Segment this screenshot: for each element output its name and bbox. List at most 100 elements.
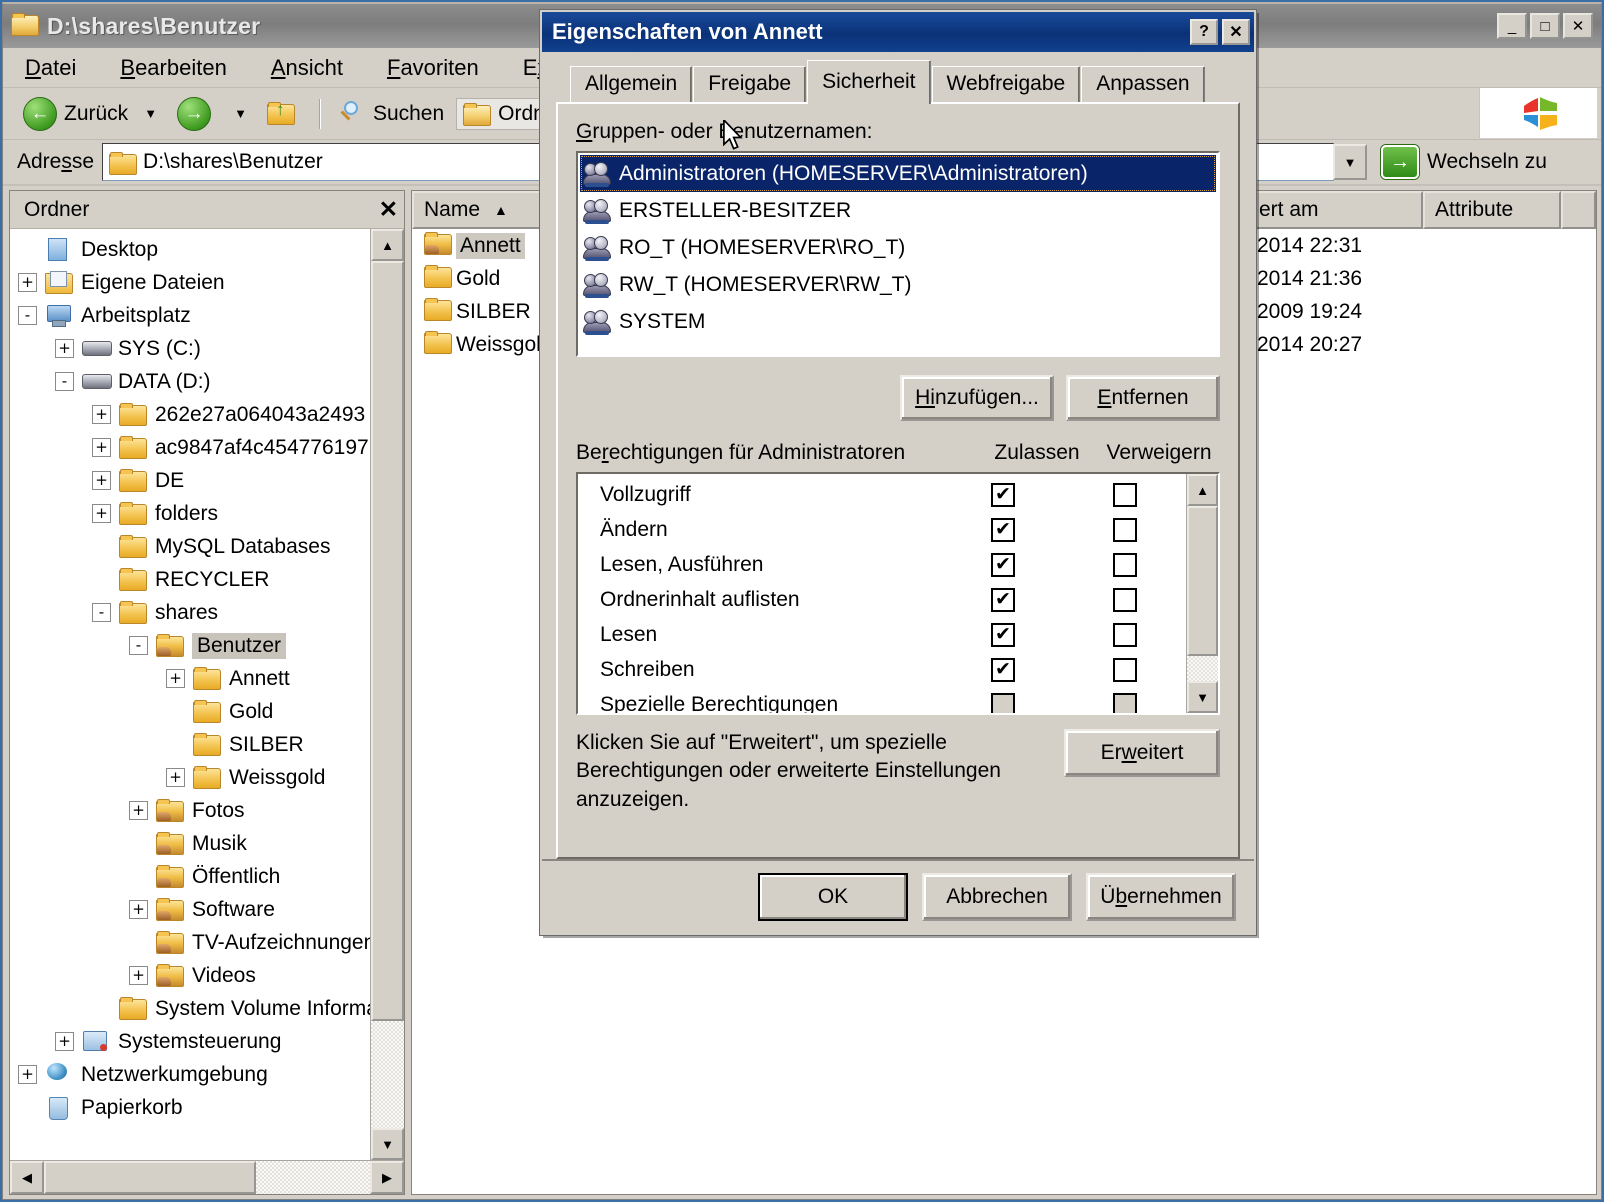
permission-allow-cell[interactable]: ✔	[942, 518, 1064, 542]
tree-item-mysql-databases[interactable]: MySQL Databases	[10, 530, 370, 563]
tab-freigabe[interactable]: Freigabe	[693, 66, 806, 102]
list-item[interactable]: SYSTEM	[580, 303, 1216, 340]
checkbox[interactable]: ✔	[991, 518, 1015, 542]
tree-item-gold[interactable]: Gold	[10, 695, 370, 728]
help-button[interactable]: ?	[1190, 19, 1218, 45]
folders-pane-close-icon[interactable]: ✕	[379, 196, 398, 223]
list-item[interactable]: Administratoren (HOMESERVER\Administrato…	[580, 155, 1216, 192]
tree-toggle-icon[interactable]: +	[92, 438, 111, 457]
tree-item-sys-c-[interactable]: +SYS (C:)	[10, 332, 370, 365]
checkbox[interactable]: ✔	[991, 483, 1015, 507]
permissions-scroll-down-button[interactable]: ▼	[1187, 681, 1218, 713]
checkbox[interactable]	[1113, 658, 1137, 682]
search-button[interactable]: Suchen	[333, 99, 450, 129]
checkbox[interactable]	[1113, 483, 1137, 507]
tree-scroll-left-button[interactable]: ◀	[10, 1161, 44, 1194]
tree-item-software[interactable]: +Software	[10, 893, 370, 926]
column-header-name[interactable]: Name ▲	[412, 191, 542, 229]
tab-anpassen[interactable]: Anpassen	[1081, 66, 1204, 102]
tree-vertical-scrollbar[interactable]: ▲ ▼	[370, 229, 404, 1160]
tree-toggle-icon[interactable]: +	[166, 669, 185, 688]
tree-toggle-icon[interactable]: +	[166, 768, 185, 787]
tree-item-fotos[interactable]: +Fotos	[10, 794, 370, 827]
tree-item-recycler[interactable]: RECYCLER	[10, 563, 370, 596]
tree-toggle-icon[interactable]: -	[18, 306, 37, 325]
forward-dropdown-icon[interactable]: ▼	[234, 106, 247, 121]
tree-hscroll-track[interactable]	[256, 1161, 370, 1194]
column-header-modified[interactable]: ert am	[1247, 191, 1423, 229]
tree-scroll-thumb[interactable]	[371, 261, 404, 1021]
tree-toggle-icon[interactable]: +	[129, 801, 148, 820]
remove-user-button[interactable]: Entfernen	[1066, 375, 1220, 421]
apply-button[interactable]: Übernehmen	[1086, 873, 1236, 921]
tree-item-musik[interactable]: Musik	[10, 827, 370, 860]
checkbox[interactable]: ✔	[991, 658, 1015, 682]
back-button[interactable]: ← Zurück	[17, 95, 134, 133]
tree-item-arbeitsplatz[interactable]: -Arbeitsplatz	[10, 299, 370, 332]
tree-scroll-up-button[interactable]: ▲	[371, 229, 404, 261]
back-dropdown-icon[interactable]: ▼	[144, 106, 157, 121]
permissions-scroll-thumb[interactable]	[1187, 506, 1218, 656]
address-dropdown-icon[interactable]: ▼	[1333, 144, 1367, 180]
tab-webfreigabe[interactable]: Webfreigabe	[932, 66, 1081, 102]
tab-allgemein[interactable]: Allgemein	[570, 66, 692, 102]
tree-item-de[interactable]: +DE	[10, 464, 370, 497]
checkbox[interactable]	[1113, 553, 1137, 577]
permission-deny-cell[interactable]	[1064, 483, 1186, 507]
permission-allow-cell[interactable]: ✔	[942, 483, 1064, 507]
menu-datei[interactable]: Datei	[25, 55, 76, 81]
tree-item-tv-aufzeichnungen[interactable]: TV-Aufzeichnungen	[10, 926, 370, 959]
tree-toggle-icon[interactable]: +	[92, 504, 111, 523]
tree-toggle-icon[interactable]: +	[92, 405, 111, 424]
tree-toggle-icon[interactable]: -	[55, 372, 74, 391]
checkbox[interactable]	[1113, 693, 1137, 716]
menu-favoriten[interactable]: Favoriten	[387, 55, 479, 81]
permission-allow-cell[interactable]: ✔	[942, 553, 1064, 577]
permission-allow-cell[interactable]: ✔	[942, 658, 1064, 682]
permission-allow-cell[interactable]: ✔	[942, 623, 1064, 647]
tree-toggle-icon[interactable]: +	[55, 339, 74, 358]
tree-item-benutzer[interactable]: -Benutzer	[10, 629, 370, 662]
tree-toggle-icon[interactable]: +	[92, 471, 111, 490]
tree-scroll-right-button[interactable]: ▶	[370, 1161, 404, 1194]
permission-allow-cell[interactable]: ✔	[942, 588, 1064, 612]
tree-item-weissgold[interactable]: +Weissgold	[10, 761, 370, 794]
tree-item-eigene-dateien[interactable]: +Eigene Dateien	[10, 266, 370, 299]
tree-toggle-icon[interactable]: +	[18, 273, 37, 292]
tree-item-folders[interactable]: +folders	[10, 497, 370, 530]
tree-horizontal-scrollbar[interactable]: ◀ ▶	[10, 1160, 404, 1194]
tree-item-annett[interactable]: +Annett	[10, 662, 370, 695]
permissions-listbox[interactable]: Vollzugriff✔Ändern✔Lesen, Ausführen✔Ordn…	[576, 472, 1220, 715]
tree-hscroll-thumb[interactable]	[44, 1161, 256, 1194]
tree-item-ac9847af4c454776197[interactable]: +ac9847af4c454776197	[10, 431, 370, 464]
folder-tree[interactable]: Desktop+Eigene Dateien-Arbeitsplatz+SYS …	[10, 229, 370, 1160]
tree-item-data-d-[interactable]: -DATA (D:)	[10, 365, 370, 398]
menu-bearbeiten[interactable]: Bearbeiten	[120, 55, 226, 81]
permissions-scrollbar[interactable]: ▲ ▼	[1186, 474, 1218, 713]
checkbox[interactable]	[1113, 588, 1137, 612]
forward-button[interactable]: →	[171, 95, 224, 133]
tree-item-videos[interactable]: +Videos	[10, 959, 370, 992]
tab-sicherheit[interactable]: Sicherheit	[807, 60, 930, 104]
go-button[interactable]: → Wechseln zu	[1381, 145, 1547, 179]
advanced-button[interactable]: Erweitert	[1064, 729, 1220, 777]
tree-item-netzwerkumgebung[interactable]: +Netzwerkumgebung	[10, 1058, 370, 1091]
permission-deny-cell[interactable]	[1064, 518, 1186, 542]
tree-item--ffentlich[interactable]: Öffentlich	[10, 860, 370, 893]
permission-allow-cell[interactable]	[942, 693, 1064, 716]
tree-item-262e27a064043a2493[interactable]: +262e27a064043a2493	[10, 398, 370, 431]
checkbox[interactable]: ✔	[991, 553, 1015, 577]
tree-item-systemsteuerung[interactable]: +Systemsteuerung	[10, 1025, 370, 1058]
tree-item-desktop[interactable]: Desktop	[10, 233, 370, 266]
tree-toggle-icon[interactable]: -	[129, 636, 148, 655]
tree-item-system-volume-informa[interactable]: System Volume Informa	[10, 992, 370, 1025]
users-listbox[interactable]: Administratoren (HOMESERVER\Administrato…	[576, 151, 1220, 357]
column-header-attributes[interactable]: Attribute	[1423, 191, 1561, 229]
permission-deny-cell[interactable]	[1064, 693, 1186, 716]
column-header-end[interactable]	[1561, 191, 1596, 229]
checkbox[interactable]	[1113, 623, 1137, 647]
list-item[interactable]: RW_T (HOMESERVER\RW_T)	[580, 266, 1216, 303]
maximize-button[interactable]: □	[1530, 13, 1560, 39]
checkbox[interactable]: ✔	[991, 588, 1015, 612]
cancel-button[interactable]: Abbrechen	[922, 873, 1072, 921]
